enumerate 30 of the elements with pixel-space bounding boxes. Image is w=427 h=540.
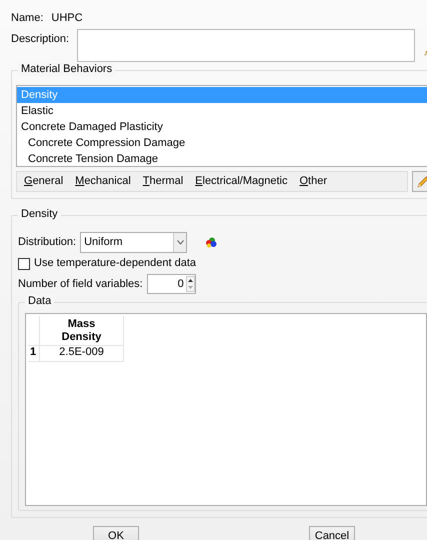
menu-item[interactable]: Other (299, 175, 328, 188)
number-spinner[interactable]: 0 (146, 274, 196, 294)
color-palette-icon[interactable] (205, 236, 218, 248)
pencil-icon (416, 174, 427, 189)
description-label: Description: (11, 32, 70, 46)
checkbox-label: Use temperature-dependent data (34, 257, 196, 270)
list-item[interactable]: Concrete Damaged Plasticity (17, 119, 427, 136)
menu-item[interactable]: General (24, 175, 64, 188)
table-cell[interactable]: 2.5E-009 (40, 346, 124, 362)
column-header: Mass Density (40, 316, 124, 346)
field-variables-label: Number of field variables: (18, 278, 143, 291)
checkbox[interactable] (18, 258, 30, 270)
list-item[interactable]: Elastic (17, 103, 427, 120)
group-title: Density (18, 208, 61, 222)
dialog-button[interactable]: OK (93, 526, 139, 540)
name-value: UHPC (51, 12, 83, 26)
dialog-button[interactable]: Cancel (309, 526, 355, 540)
distribution-dropdown[interactable]: Uniform (80, 232, 188, 254)
spin-arrows-icon[interactable] (186, 276, 195, 292)
name-label: Name: (11, 12, 44, 26)
menu-item[interactable]: Mechanical (75, 175, 131, 188)
description-field[interactable] (77, 29, 416, 62)
menu-item[interactable]: Thermal (142, 175, 184, 188)
list-item[interactable]: Concrete Tension Damage (17, 151, 427, 168)
table-corner-cell (28, 316, 40, 346)
list-item[interactable]: Concrete Compression Damage (17, 135, 427, 152)
menu-item[interactable]: Electrical/Magnetic (195, 175, 288, 188)
row-number: 1 (28, 346, 40, 362)
caret-icon (176, 240, 184, 246)
distribution-label: Distribution: (18, 236, 76, 250)
